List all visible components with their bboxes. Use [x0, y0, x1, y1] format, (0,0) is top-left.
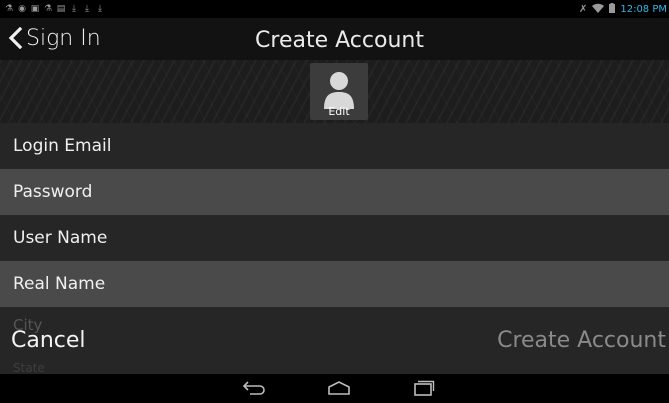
avatar-edit-button[interactable]: Edit	[310, 63, 368, 120]
home-icon[interactable]	[326, 380, 352, 396]
status-time: 12:08 PM	[620, 3, 667, 15]
avatar-edit-label: Edit	[328, 105, 350, 118]
status-bar: ⚗ ◉ ▣ ⚗ ▤ ⤓ ⤓ ⤓ ✗ 12:08 PM	[0, 0, 669, 18]
state-field[interactable]: State	[0, 353, 669, 375]
notification-icon: ▤	[56, 4, 66, 14]
wifi-icon	[592, 3, 605, 16]
usb-icon: ⚗	[43, 4, 53, 14]
status-system-icons: ✗ 12:08 PM	[578, 2, 667, 16]
real-name-field[interactable]: Real Name	[0, 261, 669, 307]
usb-icon: ⚗	[4, 4, 14, 14]
page-title: Create Account	[255, 28, 424, 53]
avatar-header: Edit	[0, 60, 669, 123]
action-bar: Sign In Create Account	[0, 18, 669, 60]
image-icon: ▣	[30, 4, 40, 14]
battery-icon	[609, 2, 616, 16]
location-icon: ◉	[18, 4, 26, 14]
download-icon: ⤓	[72, 4, 76, 14]
recents-icon[interactable]	[413, 380, 435, 396]
status-notification-icons: ⚗ ◉ ▣ ⚗ ▤ ⤓ ⤓ ⤓	[4, 4, 105, 14]
create-account-button[interactable]: Create Account	[497, 328, 666, 353]
user-name-field[interactable]: User Name	[0, 215, 669, 261]
download-icon: ⤓	[98, 4, 102, 14]
back-icon[interactable]	[242, 380, 266, 396]
person-icon	[324, 72, 354, 109]
login-email-field[interactable]: Login Email	[0, 123, 669, 169]
password-field[interactable]: Password	[0, 169, 669, 215]
no-sim-icon: ✗	[578, 3, 588, 15]
download-icon: ⤓	[85, 4, 89, 14]
cancel-button[interactable]: Cancel	[11, 328, 86, 353]
navigation-bar	[0, 374, 669, 403]
